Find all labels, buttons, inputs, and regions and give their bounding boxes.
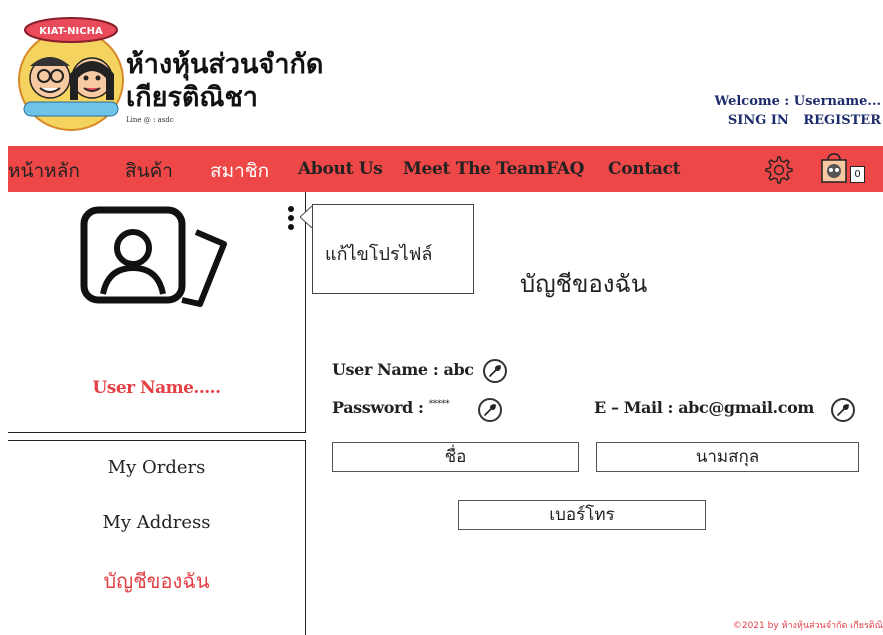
password-value: ***** [428, 399, 450, 410]
password-label: Password : ***** [332, 398, 450, 417]
welcome-area: Welcome : Username... SING IN REGISTER [715, 94, 881, 128]
brand-name-line1: ห้างหุ้นส่วนจำกัด [126, 49, 324, 80]
brand-name: ห้างหุ้นส่วนจำกัด เกียรติณิชา Line @ : a… [126, 48, 323, 124]
nav-products[interactable]: สินค้า [125, 156, 173, 186]
menu-my-orders[interactable]: My Orders [8, 457, 305, 478]
kebab-menu-icon[interactable] [288, 206, 294, 234]
nav-members[interactable]: สมาชิก [210, 156, 269, 186]
edit-password-wrench-icon[interactable] [478, 398, 502, 422]
email-label: E – Mail : abc@gmail.com [594, 398, 814, 417]
nav-faq[interactable]: FAQ [546, 159, 584, 179]
line-id: Line @ : asdc [126, 116, 174, 124]
cart-icon[interactable] [820, 152, 848, 184]
phone-field[interactable]: เบอร์โทร [458, 500, 706, 530]
password-label-text: Password : [332, 398, 424, 417]
last-name-field[interactable]: นามสกุล [596, 442, 859, 472]
username-label: User Name : abc [332, 360, 474, 379]
page-title: บัญชีของฉัน [520, 270, 648, 298]
menu-my-account[interactable]: บัญชีของฉัน [8, 565, 305, 597]
cart-count-badge: 0 [850, 166, 865, 183]
footer-copyright: ©2021 by ห้างหุ้นส่วนจำกัด เกียรติณิ [732, 621, 883, 631]
main-nav: หน้าหลัก สินค้า สมาชิก About Us Meet The… [8, 146, 883, 192]
page: KIAT-NICHA ห้างหุ้นส่วนจำกัด เกียรติณิชา… [8, 8, 883, 635]
profile-panel: User Name..... [8, 192, 306, 433]
sidebar-user-name: User Name..... [92, 378, 221, 398]
edit-profile-popover: แก้ไขโปรไฟล์ [312, 204, 474, 294]
popover-arrow [300, 206, 312, 228]
edit-username-wrench-icon[interactable] [483, 359, 507, 383]
welcome-text: Welcome : Username... [714, 94, 881, 109]
menu-my-address[interactable]: My Address [8, 512, 305, 533]
sign-in-link[interactable]: SING IN [728, 113, 789, 128]
gear-icon[interactable] [763, 154, 793, 184]
brand-logo[interactable]: KIAT-NICHA [14, 8, 128, 132]
edit-email-wrench-icon[interactable] [831, 398, 855, 422]
account-menu: My Orders My Address บัญชีของฉัน [8, 440, 306, 635]
register-link[interactable]: REGISTER [803, 113, 881, 128]
first-name-field[interactable]: ชื่อ [332, 442, 579, 472]
edit-profile-option[interactable]: แก้ไขโปรไฟล์ [325, 239, 432, 268]
nav-about-us[interactable]: About Us [298, 159, 383, 179]
nav-meet-the-team[interactable]: Meet The Team [403, 159, 546, 179]
brand-name-line2: เกียรติณิชา [126, 82, 258, 113]
nav-contact[interactable]: Contact [608, 159, 681, 179]
logo-text: KIAT-NICHA [39, 26, 103, 37]
nav-home[interactable]: หน้าหลัก [8, 156, 80, 186]
user-avatar-icon [78, 204, 228, 314]
